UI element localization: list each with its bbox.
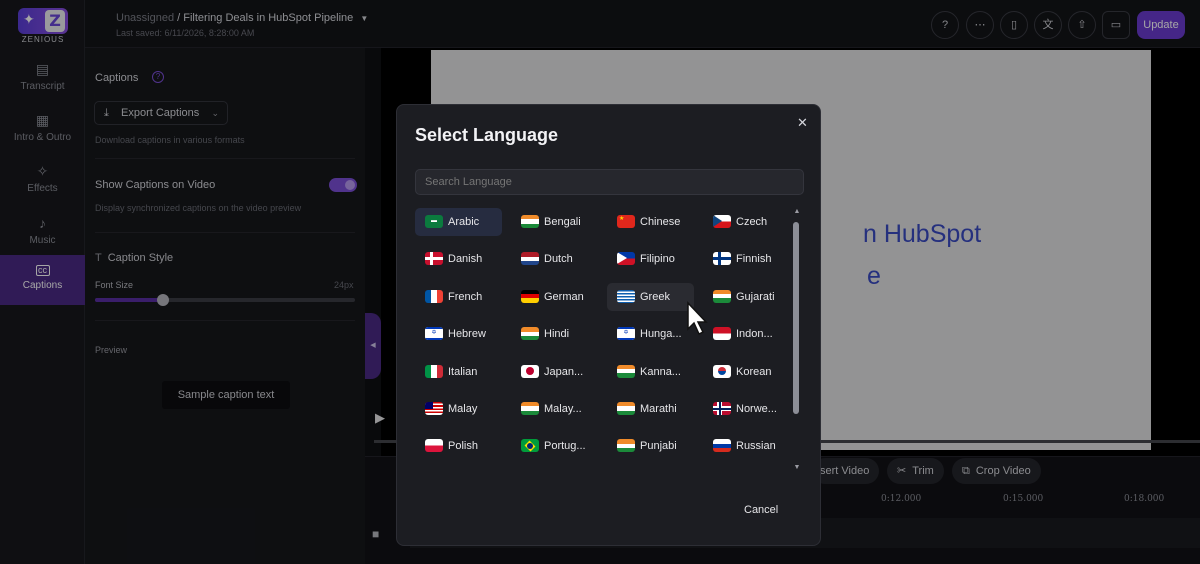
language-option-filipino[interactable]: Filipino xyxy=(607,245,694,273)
language-label: Russian xyxy=(736,440,776,453)
language-option-indon[interactable]: Indon... xyxy=(703,320,790,348)
language-option-danish[interactable]: Danish xyxy=(415,245,502,273)
ru-flag-icon xyxy=(713,439,731,453)
scroll-up-icon[interactable]: ▲ xyxy=(791,208,803,215)
it-flag-icon xyxy=(425,364,443,378)
language-option-malay[interactable]: Malay... xyxy=(511,395,598,423)
language-label: Finnish xyxy=(736,253,772,266)
language-label: Bengali xyxy=(544,216,581,228)
language-label: Malay xyxy=(448,403,478,415)
language-option-gujarati[interactable]: Gujarati xyxy=(703,283,790,311)
language-option-hunga[interactable]: ✡ Hunga... xyxy=(607,320,694,348)
in-flag-icon xyxy=(617,402,635,415)
language-search-input[interactable] xyxy=(415,169,804,195)
language-label: Norwe... xyxy=(736,403,777,415)
language-label: French xyxy=(448,290,483,303)
language-option-bengali[interactable]: Bengali xyxy=(511,208,598,236)
language-label: Malay... xyxy=(544,403,582,415)
in-flag-icon xyxy=(617,439,635,453)
nl-flag-icon xyxy=(521,252,539,266)
cancel-button[interactable]: Cancel xyxy=(744,504,778,516)
pl-flag-icon xyxy=(425,439,443,453)
in-flag-icon xyxy=(521,327,539,341)
no-flag-icon xyxy=(713,402,731,415)
language-label: Hindi xyxy=(544,328,570,341)
language-option-kanna[interactable]: Kanna... xyxy=(607,358,694,386)
br-flag-icon xyxy=(521,439,539,453)
language-label: Dutch xyxy=(544,253,573,266)
dialog-title: Select Language xyxy=(415,125,559,145)
language-option-french[interactable]: French xyxy=(415,283,502,311)
fi-flag-icon xyxy=(713,252,731,266)
ph-flag-icon xyxy=(617,252,635,266)
language-option-german[interactable]: German xyxy=(511,283,598,311)
close-icon[interactable]: ✕ xyxy=(797,115,808,131)
language-option-korean[interactable]: Korean xyxy=(703,358,790,386)
il-flag-icon: ✡ xyxy=(617,327,635,341)
in-flag-icon xyxy=(713,289,731,303)
language-option-norwe[interactable]: Norwe... xyxy=(703,395,790,423)
language-label: Chinese xyxy=(640,216,681,228)
language-label: Portug... xyxy=(544,440,586,453)
language-label: Punjabi xyxy=(640,440,677,453)
language-option-japan[interactable]: Japan... xyxy=(511,358,598,386)
sa-flag-icon: ▬ xyxy=(425,215,443,228)
language-label: Greek xyxy=(640,290,670,303)
language-label: Filipino xyxy=(640,253,675,266)
language-option-punjabi[interactable]: Punjabi xyxy=(607,432,694,460)
kr-flag-icon xyxy=(713,364,731,378)
language-label: Indon... xyxy=(736,328,773,341)
language-label: Gujarati xyxy=(736,290,775,303)
language-option-hebrew[interactable]: ✡ Hebrew xyxy=(415,320,502,348)
language-option-malay[interactable]: Malay xyxy=(415,395,502,423)
jp-flag-icon xyxy=(521,364,539,378)
language-option-dutch[interactable]: Dutch xyxy=(511,245,598,273)
mouse-cursor-icon xyxy=(687,301,708,336)
de-flag-icon xyxy=(521,289,539,303)
language-label: German xyxy=(544,290,584,303)
language-label: Czech xyxy=(736,216,768,228)
fr-flag-icon xyxy=(425,289,443,303)
select-language-dialog: Select Language ✕ ▬ Arabic Bengali ★ Chinese… xyxy=(396,104,821,546)
scrollbar-thumb[interactable] xyxy=(793,222,799,414)
language-grid: ▬ Arabic Bengali ★ Chinese Czech Danish Dutch Fi… xyxy=(415,208,787,472)
in-flag-icon xyxy=(521,402,539,415)
language-label: Polish xyxy=(448,440,478,453)
language-option-italian[interactable]: Italian xyxy=(415,358,502,386)
language-label: Italian xyxy=(448,365,478,378)
language-option-polish[interactable]: Polish xyxy=(415,432,502,460)
language-option-hindi[interactable]: Hindi xyxy=(511,320,598,348)
my-flag-icon xyxy=(425,402,443,415)
id-flag-icon xyxy=(713,327,731,341)
language-option-greek[interactable]: Greek xyxy=(607,282,694,311)
language-label: Marathi xyxy=(640,403,677,415)
in-flag-icon xyxy=(521,215,539,228)
scroll-down-icon[interactable]: ▼ xyxy=(791,464,803,471)
gr-flag-icon xyxy=(617,289,635,303)
in-flag-icon xyxy=(617,364,635,378)
dk-flag-icon xyxy=(425,252,443,266)
language-option-finnish[interactable]: Finnish xyxy=(703,245,790,273)
language-option-czech[interactable]: Czech xyxy=(703,208,790,236)
language-label: Arabic xyxy=(448,216,480,228)
language-label: Danish xyxy=(448,253,483,266)
language-label: Kanna... xyxy=(640,365,681,378)
cn-flag-icon: ★ xyxy=(617,215,635,228)
app-root: ✦ Z ZENIOUS ▤ Transcript ▦ Intro & Outro… xyxy=(0,0,1200,564)
language-option-marathi[interactable]: Marathi xyxy=(607,395,694,423)
language-scrollbar[interactable]: ▲ ▼ xyxy=(791,208,803,474)
language-label: Hunga... xyxy=(640,328,682,341)
language-label: Korean xyxy=(736,365,772,378)
language-option-arabic[interactable]: ▬ Arabic xyxy=(415,208,502,236)
language-option-portug[interactable]: Portug... xyxy=(511,432,598,460)
il-flag-icon: ✡ xyxy=(425,327,443,341)
language-label: Hebrew xyxy=(448,328,486,341)
cz-flag-icon xyxy=(713,215,731,228)
language-option-chinese[interactable]: ★ Chinese xyxy=(607,208,694,236)
language-option-russian[interactable]: Russian xyxy=(703,432,790,460)
language-label: Japan... xyxy=(544,365,584,378)
